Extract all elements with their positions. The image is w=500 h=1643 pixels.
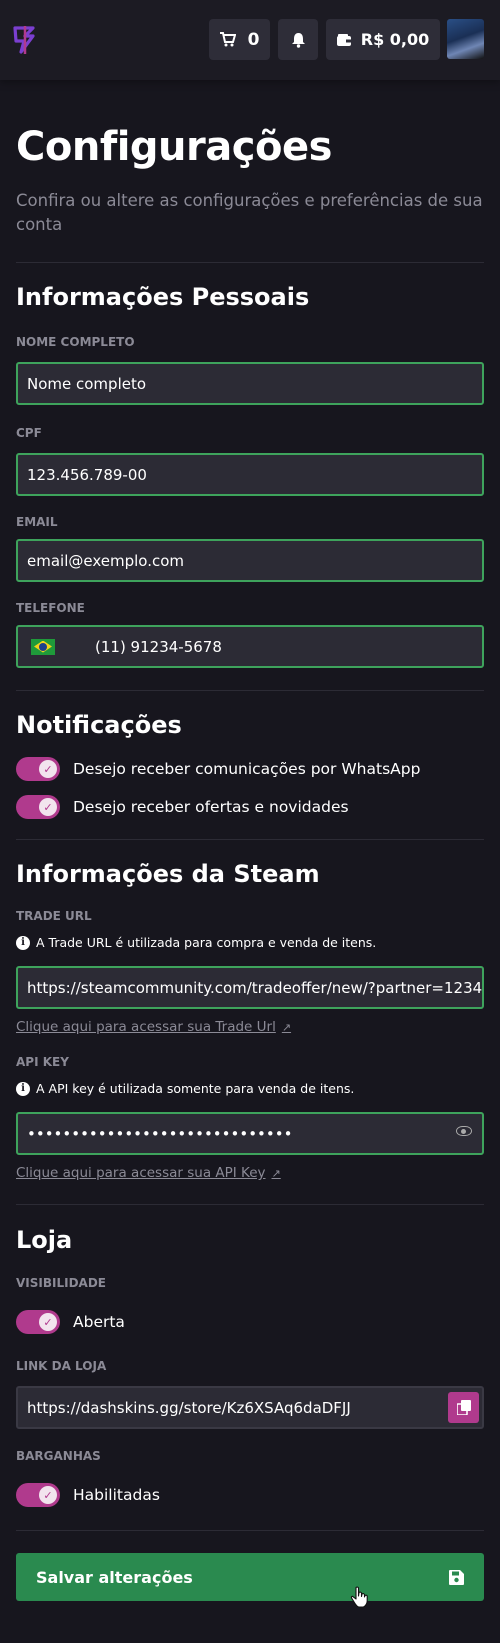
- divider: [16, 690, 484, 691]
- bell-icon: [291, 32, 305, 48]
- steam-info-title: Informações da Steam: [16, 860, 320, 888]
- personal-info-title: Informações Pessoais: [16, 283, 310, 311]
- api-key-label: API KEY: [16, 1055, 69, 1069]
- visibility-label: VISIBILIDADE: [16, 1276, 106, 1290]
- check-icon: ✓: [39, 1313, 57, 1331]
- cart-icon: [219, 32, 236, 47]
- top-bar: 0 R$ 0,00: [0, 0, 500, 80]
- phone-value: (11) 91234-5678: [95, 637, 222, 656]
- trade-url-note: i A Trade URL é utilizada para compra e …: [16, 935, 376, 950]
- phone-input[interactable]: (11) 91234-5678: [16, 625, 484, 668]
- wallet-icon: [336, 33, 351, 46]
- external-link-icon: ↗: [281, 1020, 292, 1034]
- store-title: Loja: [16, 1226, 73, 1254]
- cpf-label: CPF: [16, 426, 42, 440]
- divider: [16, 262, 484, 263]
- info-icon: i: [16, 1081, 30, 1096]
- whatsapp-toggle-row: ✓ Desejo receber comunicações por WhatsA…: [16, 757, 420, 781]
- api-key-value: ••••••••••••••••••••••••••••••: [27, 1124, 293, 1143]
- api-key-note: i A API key é utilizada somente para ven…: [16, 1081, 354, 1096]
- full-name-input[interactable]: Nome completo: [16, 362, 484, 405]
- bargains-toggle-row: ✓ Habilitadas: [16, 1483, 160, 1507]
- cart-count: 0: [247, 29, 260, 50]
- cart-button[interactable]: 0: [209, 19, 270, 60]
- bargains-toggle[interactable]: ✓: [16, 1483, 60, 1507]
- store-link-input[interactable]: https://dashskins.gg/store/Kz6XSAq6daDFJ…: [16, 1386, 484, 1429]
- email-label: EMAIL: [16, 515, 58, 529]
- notifications-button[interactable]: [278, 19, 318, 60]
- store-link-value: https://dashskins.gg/store/Kz6XSAq6daDFJ…: [27, 1398, 351, 1417]
- wallet-button[interactable]: R$ 0,00: [326, 19, 440, 60]
- trade-url-link-text: Clique aqui para acessar sua Trade Url: [16, 1019, 276, 1035]
- divider: [16, 839, 484, 840]
- phone-label: TELEFONE: [16, 601, 85, 615]
- page-subtitle: Confira ou altere as configurações e pre…: [16, 191, 483, 234]
- offers-toggle-row: ✓ Desejo receber ofertas e novidades: [16, 795, 349, 819]
- trade-url-label: TRADE URL: [16, 909, 92, 923]
- api-key-input[interactable]: ••••••••••••••••••••••••••••••: [16, 1112, 484, 1155]
- bargains-label: BARGANHAS: [16, 1449, 101, 1463]
- visibility-value: Aberta: [73, 1313, 125, 1331]
- full-name-value: Nome completo: [27, 374, 147, 393]
- offers-toggle[interactable]: ✓: [16, 795, 60, 819]
- wallet-balance: R$ 0,00: [360, 30, 430, 49]
- email-value: email@exemplo.com: [27, 551, 184, 570]
- page-title: Configurações: [16, 124, 332, 170]
- bargains-value: Habilitadas: [73, 1486, 160, 1504]
- floppy-disk-icon: [449, 1569, 464, 1585]
- offers-toggle-label: Desejo receber ofertas e novidades: [73, 798, 349, 816]
- visibility-toggle[interactable]: ✓: [16, 1310, 60, 1334]
- info-icon: i: [16, 935, 30, 950]
- trade-url-input[interactable]: https://steamcommunity.com/tradeoffer/ne…: [16, 966, 484, 1009]
- eye-icon[interactable]: [456, 1126, 472, 1136]
- cpf-value: 123.456.789-00: [27, 465, 147, 484]
- full-name-label: NOME COMPLETO: [16, 335, 135, 349]
- cpf-input[interactable]: 123.456.789-00: [16, 453, 484, 496]
- visibility-toggle-row: ✓ Aberta: [16, 1310, 125, 1334]
- save-button[interactable]: Salvar alterações: [16, 1553, 484, 1601]
- email-input[interactable]: email@exemplo.com: [16, 539, 484, 582]
- dashskins-logo-icon[interactable]: [11, 24, 39, 56]
- divider: [16, 1530, 484, 1531]
- trade-url-value: https://steamcommunity.com/tradeoffer/ne…: [27, 978, 484, 997]
- copy-icon: [456, 1400, 471, 1415]
- check-icon: ✓: [39, 798, 57, 816]
- external-link-icon: ↗: [271, 1166, 281, 1180]
- api-key-link[interactable]: Clique aqui para acessar sua API Key ↗: [16, 1165, 281, 1181]
- notifications-title: Notificações: [16, 711, 182, 739]
- avatar[interactable]: [447, 19, 484, 59]
- hand-cursor-icon: [350, 1586, 368, 1608]
- copy-button[interactable]: [448, 1392, 479, 1423]
- save-button-label: Salvar alterações: [36, 1567, 193, 1587]
- trade-url-note-text: A Trade URL é utilizada para compra e ve…: [36, 935, 377, 950]
- check-icon: ✓: [39, 760, 57, 778]
- whatsapp-toggle-label: Desejo receber comunicações por WhatsApp: [73, 760, 421, 778]
- trade-url-link[interactable]: Clique aqui para acessar sua Trade Url ↗: [16, 1019, 291, 1035]
- divider: [16, 1204, 484, 1205]
- brazil-flag-icon[interactable]: [31, 638, 55, 655]
- store-link-label: LINK DA LOJA: [16, 1359, 107, 1373]
- check-icon: ✓: [39, 1486, 57, 1504]
- whatsapp-toggle[interactable]: ✓: [16, 757, 60, 781]
- api-key-link-text: Clique aqui para acessar sua API Key: [16, 1165, 266, 1181]
- api-key-note-text: A API key é utilizada somente para venda…: [36, 1081, 355, 1096]
